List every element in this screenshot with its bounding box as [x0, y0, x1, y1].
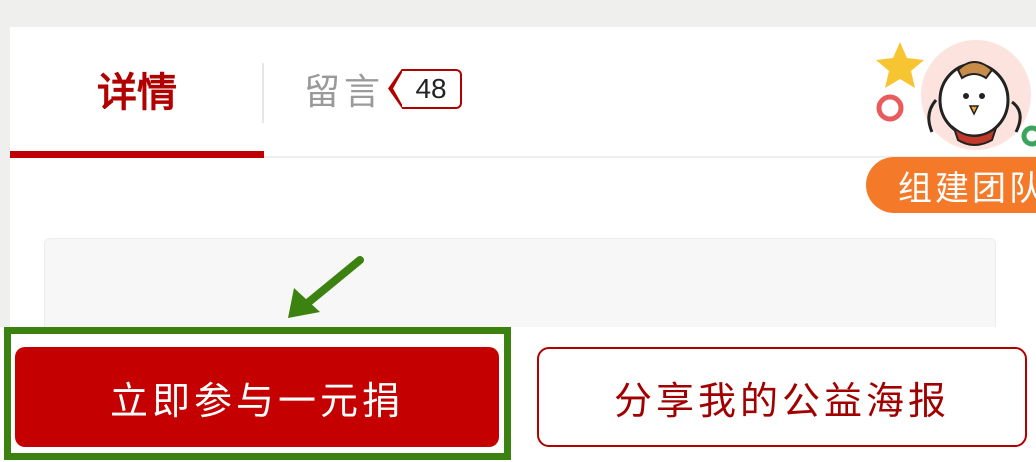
team-widget-label: 组建团队 [866, 157, 1036, 213]
content-placeholder [44, 238, 996, 340]
annotation-arrow-icon [288, 256, 364, 318]
comments-count-badge: 48 [402, 68, 463, 109]
donate-button[interactable]: 立即参与一元捐 [15, 347, 499, 447]
tab-details[interactable]: 详情 [10, 27, 264, 158]
share-poster-button[interactable]: 分享我的公益海报 [537, 347, 1027, 447]
team-widget[interactable]: 组建团队 [866, 40, 1036, 215]
tab-comments-label: 留言 [304, 71, 385, 113]
tab-details-label: 详情 [97, 69, 177, 116]
mascot-icon [876, 40, 1036, 150]
active-tab-indicator [10, 151, 264, 158]
tab-divider [262, 63, 264, 123]
tab-comments[interactable]: 留言 48 [304, 27, 504, 156]
